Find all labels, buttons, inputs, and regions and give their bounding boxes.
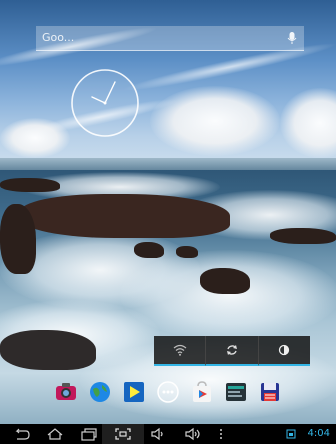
save-icon[interactable]	[258, 380, 282, 404]
wallpaper-cloud	[0, 118, 70, 158]
home-screen: Goo...	[0, 0, 336, 424]
play-store-icon[interactable]	[190, 380, 214, 404]
wallpaper-rock	[134, 242, 164, 258]
wifi-icon	[173, 344, 187, 356]
menu-icon[interactable]	[218, 427, 224, 441]
file-manager-icon[interactable]	[224, 380, 248, 404]
wallpaper-rock	[0, 178, 60, 192]
wallpaper-cloud	[150, 86, 280, 156]
play-movies-icon[interactable]	[122, 380, 146, 404]
toggle-sync[interactable]	[205, 336, 258, 366]
wallpaper-rock	[200, 268, 250, 294]
volume-down-icon[interactable]	[150, 427, 168, 441]
camera-icon[interactable]	[54, 380, 78, 404]
back-icon[interactable]	[12, 427, 30, 441]
status-clock: 4:04	[307, 428, 330, 439]
favorites-tray	[50, 380, 290, 408]
system-navigation-bar: 4:04	[0, 424, 336, 444]
recent-apps-icon[interactable]	[80, 427, 98, 441]
analog-clock-widget[interactable]	[70, 68, 140, 138]
google-search-bar[interactable]: Goo...	[36, 26, 304, 51]
notification-icon[interactable]	[286, 429, 296, 439]
app-drawer-icon[interactable]	[156, 380, 180, 404]
toggle-wifi[interactable]	[154, 336, 206, 366]
wallpaper-rock	[176, 246, 198, 258]
wallpaper-rock	[270, 228, 336, 244]
wallpaper-rock	[0, 330, 96, 370]
screenshot-icon[interactable]	[114, 427, 132, 441]
home-icon[interactable]	[46, 427, 64, 441]
wallpaper-rock	[0, 204, 36, 274]
microphone-icon[interactable]	[286, 31, 298, 45]
brightness-icon	[279, 344, 290, 356]
volume-up-icon[interactable]	[184, 427, 204, 441]
power-control-widget	[154, 336, 310, 366]
wallpaper-rock	[20, 194, 230, 238]
sync-icon	[226, 345, 237, 355]
browser-icon[interactable]	[88, 380, 112, 404]
toggle-brightness[interactable]	[257, 336, 310, 366]
search-placeholder: Goo...	[42, 31, 75, 44]
